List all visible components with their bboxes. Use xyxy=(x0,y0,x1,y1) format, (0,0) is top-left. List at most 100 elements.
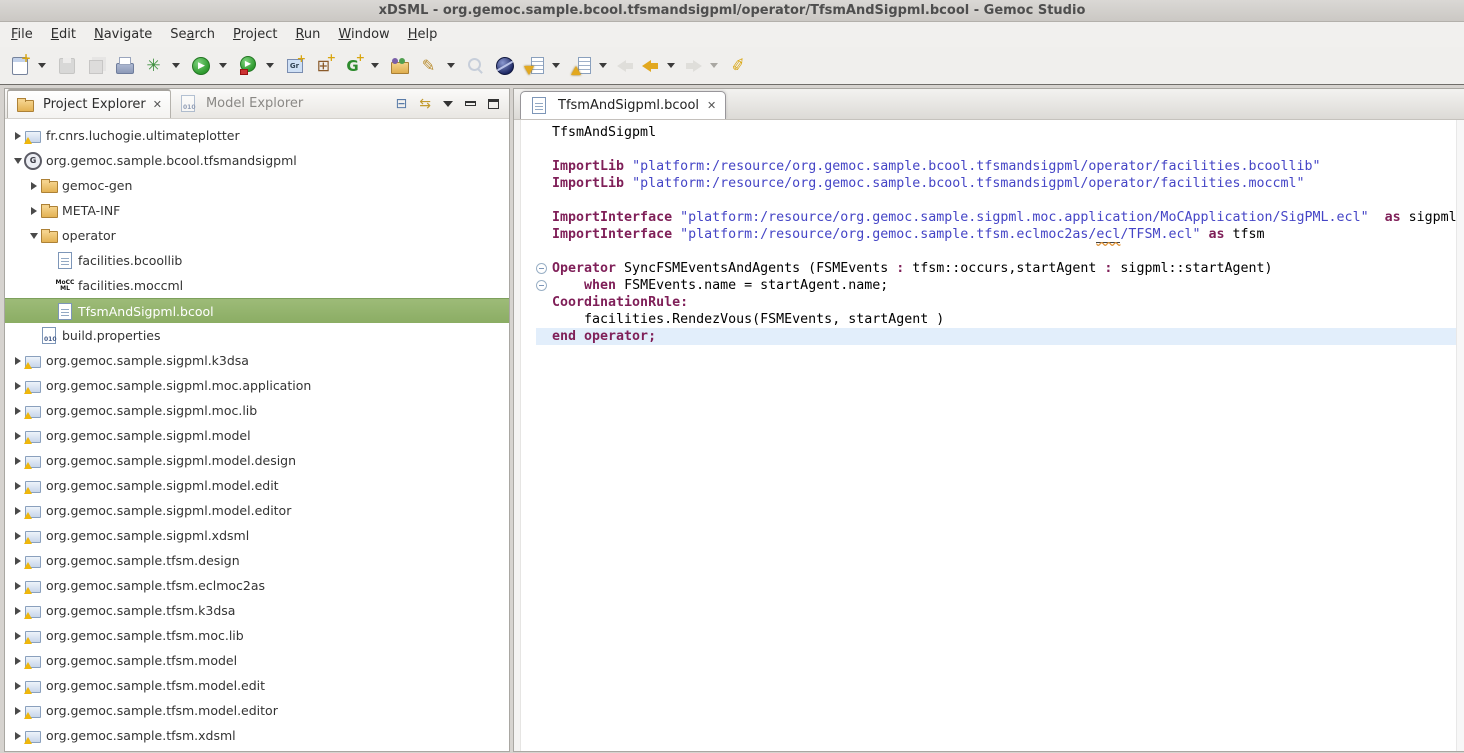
tree-item-gemoc-gen[interactable]: gemoc-gen xyxy=(5,173,509,198)
twistie-collapsed-icon[interactable] xyxy=(11,707,24,715)
tree-item-org-gemoc-sample-tfsm-xdsml[interactable]: org.gemoc.sample.tfsm.xdsml xyxy=(5,723,509,748)
new-wizard-button[interactable] xyxy=(6,53,33,78)
menu-search[interactable]: Search xyxy=(161,24,224,45)
next-annotation-dropdown-icon[interactable] xyxy=(552,63,560,68)
tree-item-org-gemoc-sample-sigpml-model[interactable]: org.gemoc.sample.sigpml.model xyxy=(5,423,509,448)
previous-annotation-dropdown-icon[interactable] xyxy=(599,63,607,68)
tree-item-org-gemoc-sample-bcool-tfsmandsigpml[interactable]: org.gemoc.sample.bcool.tfsmandsigpml xyxy=(5,148,509,173)
twistie-collapsed-icon[interactable] xyxy=(11,457,24,465)
tree-item-facilities-moccml[interactable]: facilities.moccml xyxy=(5,273,509,298)
fold-collapse-icon[interactable] xyxy=(536,280,547,291)
tree-item-org-gemoc-sample-sigpml-xdsml[interactable]: org.gemoc.sample.sigpml.xdsml xyxy=(5,523,509,548)
tree-item-org-gemoc-sample-tfsm-eclmoc2as[interactable]: org.gemoc.sample.tfsm.eclmoc2as xyxy=(5,573,509,598)
tree-item-label: org.gemoc.sample.sigpml.moc.application xyxy=(46,378,317,393)
menu-file[interactable]: File xyxy=(2,24,42,45)
tree-item-org-gemoc-sample-tfsm-moc-lib[interactable]: org.gemoc.sample.tfsm.moc.lib xyxy=(5,623,509,648)
twistie-collapsed-icon[interactable] xyxy=(11,582,24,590)
tree-item-tfsmandsigpml-bcool[interactable]: TfsmAndSigpml.bcool xyxy=(5,298,509,323)
twistie-collapsed-icon[interactable] xyxy=(11,507,24,515)
back-history-dropdown-icon[interactable] xyxy=(667,63,675,68)
project-warning-icon xyxy=(24,127,42,144)
project-warning-icon xyxy=(24,552,42,569)
twistie-collapsed-icon[interactable] xyxy=(11,382,24,390)
tree-item-org-gemoc-sample-sigpml-model-edit[interactable]: org.gemoc.sample.sigpml.model.edit xyxy=(5,473,509,498)
tree-item-org-gemoc-sample-sigpml-model-editor[interactable]: org.gemoc.sample.sigpml.model.editor xyxy=(5,498,509,523)
menu-project[interactable]: Project xyxy=(224,24,287,45)
close-icon[interactable]: ✕ xyxy=(705,99,716,112)
twistie-collapsed-icon[interactable] xyxy=(11,407,24,415)
highlighter-button[interactable] xyxy=(725,53,752,78)
twistie-collapsed-icon[interactable] xyxy=(11,132,24,140)
tree-item-build-properties[interactable]: build.properties xyxy=(5,323,509,348)
overview-ruler[interactable] xyxy=(1456,120,1464,751)
tree-item-org-gemoc-sample-sigpml-moc-lib[interactable]: org.gemoc.sample.sigpml.moc.lib xyxy=(5,398,509,423)
close-icon[interactable]: ✕ xyxy=(151,98,162,111)
menu-help[interactable]: Help xyxy=(399,24,447,45)
tree-item-facilities-bcoollib[interactable]: facilities.bcoollib xyxy=(5,248,509,273)
twistie-collapsed-icon[interactable] xyxy=(27,207,40,215)
twistie-collapsed-icon[interactable] xyxy=(27,182,40,190)
open-web-browser-button[interactable] xyxy=(491,53,518,78)
annotation-pen-dropdown-icon[interactable] xyxy=(447,63,455,68)
tree-item-org-gemoc-sample-tfsm-k3dsa[interactable]: org.gemoc.sample.tfsm.k3dsa xyxy=(5,598,509,623)
view-menu-icon[interactable] xyxy=(443,101,453,107)
code-editor[interactable]: TfsmAndSigpml ImportLib "platform:/resou… xyxy=(514,120,1464,751)
tree-item-org-gemoc-sample-sigpml-moc-application[interactable]: org.gemoc.sample.sigpml.moc.application xyxy=(5,373,509,398)
minimize-icon[interactable] xyxy=(465,101,476,106)
next-annotation-button[interactable] xyxy=(520,53,547,78)
fold-collapse-icon[interactable] xyxy=(536,263,547,274)
view-tab-bar: Project Explorer ✕ Model Explorer ⊟ ⇆ xyxy=(5,89,509,119)
tree-item-org-gemoc-sample-tfsm-model-edit[interactable]: org.gemoc.sample.tfsm.model.edit xyxy=(5,673,509,698)
tree-item-fr-cnrs-luchogie-ultimateplotter[interactable]: fr.cnrs.luchogie.ultimateplotter xyxy=(5,123,509,148)
tree-item-org-gemoc-sample-tfsm-design[interactable]: org.gemoc.sample.tfsm.design xyxy=(5,548,509,573)
tree-item-meta-inf[interactable]: META-INF xyxy=(5,198,509,223)
run-button[interactable] xyxy=(187,53,214,78)
twistie-collapsed-icon[interactable] xyxy=(11,632,24,640)
tree-item-org-gemoc-sample-tfsm-model-editor[interactable]: org.gemoc.sample.tfsm.model.editor xyxy=(5,698,509,723)
back-history-button[interactable] xyxy=(639,58,662,74)
twistie-expanded-icon[interactable] xyxy=(11,158,24,164)
new-wizard-dropdown-icon[interactable] xyxy=(38,63,46,68)
debug-dropdown-icon[interactable] xyxy=(172,63,180,68)
twistie-collapsed-icon[interactable] xyxy=(11,532,24,540)
tree-item-org-gemoc-sample-tfsm-model[interactable]: org.gemoc.sample.tfsm.model xyxy=(5,648,509,673)
new-gemoc-element-dropdown-icon[interactable] xyxy=(371,63,379,68)
tab-model-explorer[interactable]: Model Explorer xyxy=(171,89,311,118)
debug-button[interactable] xyxy=(140,53,167,78)
annotation-pen-button[interactable] xyxy=(415,53,442,78)
new-grid-wizard-button[interactable] xyxy=(310,53,337,78)
twistie-collapsed-icon[interactable] xyxy=(11,657,24,665)
window-titlebar[interactable]: xDSML - org.gemoc.sample.bcool.tfsmandsi… xyxy=(0,0,1464,22)
twistie-collapsed-icon[interactable] xyxy=(11,432,24,440)
twistie-collapsed-icon[interactable] xyxy=(11,482,24,490)
tree-item-operator[interactable]: operator xyxy=(5,223,509,248)
tab-tfsmandsigpml-bcool[interactable]: TfsmAndSigpml.bcool ✕ xyxy=(520,91,726,119)
external-tools-run-button[interactable] xyxy=(234,53,261,78)
twistie-collapsed-icon[interactable] xyxy=(11,357,24,365)
run-dropdown-icon[interactable] xyxy=(219,63,227,68)
external-tools-run-dropdown-icon[interactable] xyxy=(266,63,274,68)
link-with-editor-icon[interactable]: ⇆ xyxy=(419,96,431,112)
project-warning-icon xyxy=(24,577,42,594)
maximize-icon[interactable] xyxy=(488,99,499,109)
code-area: TfsmAndSigpml ImportLib "platform:/resou… xyxy=(514,120,1456,345)
tree-item-label: fr.cnrs.luchogie.ultimateplotter xyxy=(46,128,246,143)
twistie-expanded-icon[interactable] xyxy=(27,233,40,239)
menu-window[interactable]: Window xyxy=(329,24,398,45)
new-gemoc-element-button[interactable] xyxy=(339,53,366,78)
new-graph-wizard-button[interactable] xyxy=(281,53,308,78)
menu-edit[interactable]: Edit xyxy=(42,24,85,45)
twistie-collapsed-icon[interactable] xyxy=(11,557,24,565)
open-resource-button[interactable] xyxy=(386,53,413,78)
menu-navigate[interactable]: Navigate xyxy=(85,24,161,45)
tree-item-org-gemoc-sample-sigpml-k3dsa[interactable]: org.gemoc.sample.sigpml.k3dsa xyxy=(5,348,509,373)
twistie-collapsed-icon[interactable] xyxy=(11,682,24,690)
menu-run[interactable]: Run xyxy=(286,24,329,45)
previous-annotation-button[interactable] xyxy=(567,53,594,78)
twistie-collapsed-icon[interactable] xyxy=(11,732,24,740)
tree-item-org-gemoc-sample-sigpml-model-design[interactable]: org.gemoc.sample.sigpml.model.design xyxy=(5,448,509,473)
print-button[interactable] xyxy=(111,53,138,78)
tab-project-explorer[interactable]: Project Explorer ✕ xyxy=(7,89,171,118)
collapse-all-icon[interactable]: ⊟ xyxy=(396,96,408,112)
twistie-collapsed-icon[interactable] xyxy=(11,607,24,615)
